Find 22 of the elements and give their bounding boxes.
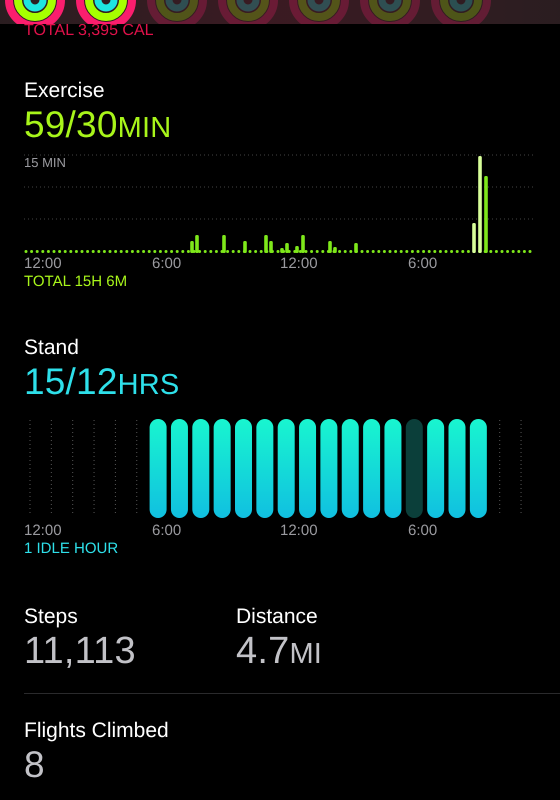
axis-label: 6:00 xyxy=(408,522,438,539)
axis-label: 6:00 xyxy=(408,255,438,272)
exercise-title: Exercise xyxy=(24,78,106,104)
stand-value: 15/12HRS xyxy=(24,361,180,404)
steps-title: Steps xyxy=(24,604,79,630)
axis-label: 6:00 xyxy=(152,522,182,539)
exercise-total: TOTAL 15H 6M xyxy=(24,273,128,291)
distance-title: Distance xyxy=(236,604,319,630)
distance-value: 4.7MI xyxy=(236,630,324,674)
flights-title: Flights Climbed xyxy=(24,718,170,744)
move-total: TOTAL 3,395 CAL xyxy=(23,24,155,38)
axis-label: 12:00 xyxy=(280,255,318,272)
axis-label: 6:00 xyxy=(152,255,182,272)
flights-value: 8 xyxy=(24,744,46,786)
axis-label: 12:00 xyxy=(24,255,62,272)
gridline-label: 15 MIN xyxy=(24,155,66,170)
exercise-value: 59/30MIN xyxy=(24,104,172,147)
idle-hours: 1 IDLE HOUR xyxy=(24,540,120,558)
stand-title: Stand xyxy=(24,335,80,361)
axis-label: 12:00 xyxy=(280,522,318,539)
axis-label: 12:00 xyxy=(24,522,62,539)
steps-value: 11,113 xyxy=(24,630,137,672)
